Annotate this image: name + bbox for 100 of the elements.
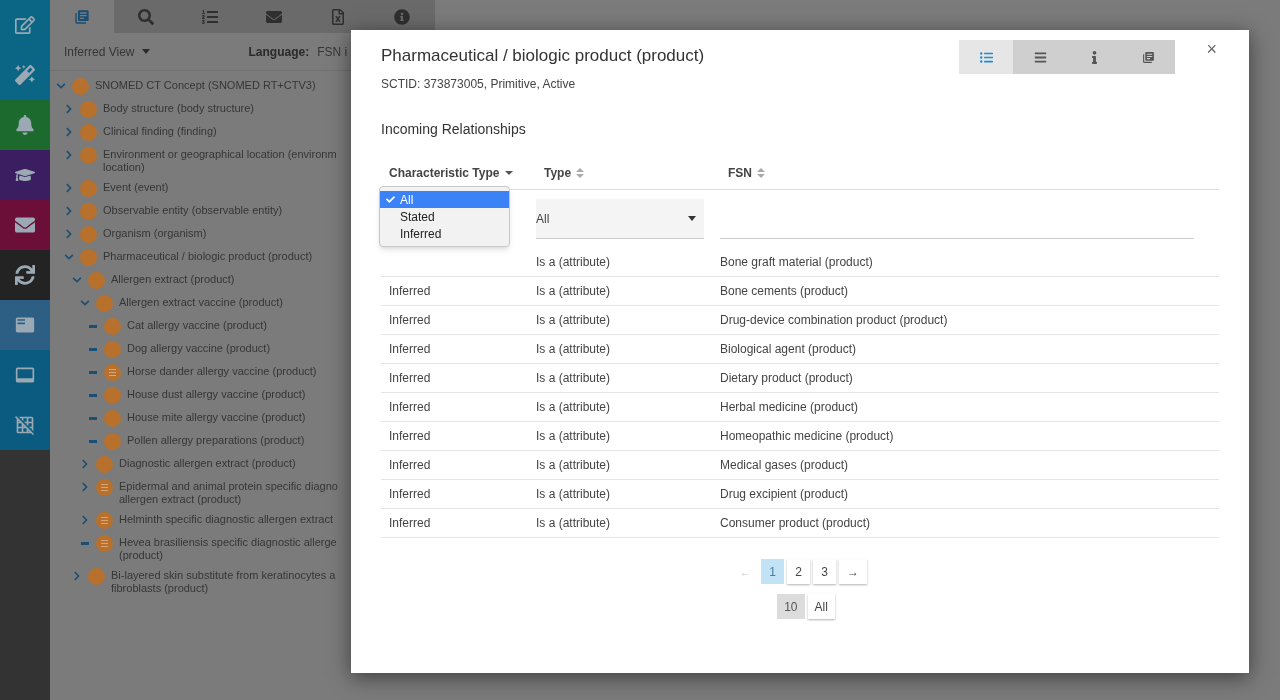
tree-item[interactable]: Bi-layered skin substitute from keratinocytes a fibroblasts (product) [111, 568, 336, 595]
table-cell: Is a (attribute) [536, 516, 611, 530]
page-size-button[interactable]: All [807, 594, 835, 619]
sidebar-button[interactable] [0, 300, 50, 350]
grid-icon [15, 415, 35, 435]
table-cell: Medical gases (product) [720, 458, 849, 472]
dropdown-option[interactable]: Inferred [380, 225, 509, 242]
tree-item[interactable]: Cat allergy vaccine (product) [127, 318, 267, 332]
sort-icon[interactable] [757, 168, 765, 178]
tree-item[interactable]: Allergen extract vaccine (product) [119, 295, 283, 309]
table-cell: Inferred [389, 458, 431, 472]
dropdown-option[interactable]: Stated [380, 208, 509, 225]
table-cell: Biological agent (product) [720, 342, 857, 356]
section-title: Incoming Relationships [381, 120, 527, 139]
chevron-down-icon[interactable] [64, 252, 74, 262]
table-cell: Inferred [389, 516, 431, 530]
chevron-down-icon[interactable] [80, 298, 90, 308]
view-dropdown[interactable]: Inferred View [64, 42, 151, 61]
next-page-button[interactable]: → [839, 559, 867, 584]
table-cell: Is a (attribute) [536, 458, 611, 472]
column-header[interactable]: FSN [728, 164, 752, 182]
modal-title: Pharmaceutical / biologic product (product) [381, 46, 705, 66]
table-cell: Homeopathic medicine (product) [720, 429, 894, 443]
check-icon [385, 195, 395, 204]
dash-icon [81, 541, 89, 545]
numbered-list-icon [202, 8, 218, 25]
chevron-right-icon[interactable] [80, 482, 90, 492]
tree-item[interactable]: Body structure (body structure) [103, 101, 254, 115]
sort-icon[interactable] [576, 168, 585, 178]
mail-icon [266, 8, 282, 25]
tree-item[interactable]: Diagnostic allergen extract (product) [119, 456, 296, 470]
chevron-right-icon[interactable] [64, 150, 74, 160]
tree-item[interactable]: SNOMED CT Concept (SNOMED RT+CTV3) [95, 78, 316, 92]
chevron-right-icon[interactable] [64, 206, 74, 216]
tree-item[interactable]: Helminth specific diagnostic allergen extract [119, 512, 333, 526]
view-button[interactable] [1121, 40, 1175, 74]
table-cell: Inferred [389, 313, 431, 327]
chevron-right-icon[interactable] [64, 229, 74, 239]
table-cell: Inferred [389, 284, 431, 298]
page-button[interactable]: 3 [813, 559, 836, 584]
page-size-button[interactable]: 10 [777, 594, 805, 619]
sidebar-button[interactable] [0, 200, 50, 250]
type-filter-select[interactable]: All [536, 199, 704, 239]
page-button[interactable]: 1 [761, 559, 784, 584]
sidebar-button[interactable] [0, 350, 50, 400]
chevron-right-icon[interactable] [64, 127, 74, 137]
tree-item[interactable]: Hevea brasiliensis specific diagnostic allerge (product) [119, 535, 337, 562]
table-cell: Bone graft material (product) [720, 255, 873, 269]
chevron-right-icon[interactable] [64, 183, 74, 193]
tree-item[interactable]: Dog allergy vaccine (product) [127, 341, 271, 355]
column-header[interactable]: Characteristic Type [389, 164, 500, 182]
view-button[interactable] [959, 40, 1013, 74]
chevron-right-icon[interactable] [72, 571, 82, 581]
sidebar-button[interactable] [0, 400, 50, 450]
sidebar-button[interactable] [0, 150, 50, 200]
search-icon [138, 8, 154, 25]
chevron-down-icon[interactable] [72, 275, 82, 285]
column-header[interactable]: Type [544, 164, 572, 182]
chevron-right-icon[interactable] [64, 104, 74, 114]
list-icon [979, 50, 993, 64]
menu-icon [1033, 50, 1047, 64]
chevron-right-icon[interactable] [80, 459, 90, 469]
table-cell: Is a (attribute) [536, 371, 611, 385]
table-cell: Drug-device combination product (product) [720, 313, 948, 327]
language-label: Language: [248, 43, 310, 61]
chevron-down-icon[interactable] [56, 81, 66, 91]
view-button[interactable] [1013, 40, 1067, 74]
tree-item[interactable]: Environment or geographical location (environm location) [103, 147, 337, 174]
table-cell: Inferred [389, 487, 431, 501]
table-cell: Is a (attribute) [536, 429, 611, 443]
list-icon [15, 315, 35, 335]
table-cell: Consumer product (product) [720, 516, 871, 530]
tree-item[interactable]: Allergen extract (product) [111, 272, 235, 286]
tree-item[interactable]: Horse dander allergy vaccine (product) [127, 364, 317, 378]
tree-item[interactable]: Organism (organism) [103, 226, 207, 240]
tree-item[interactable]: Epidermal and animal protein specific diagno allergen extract (product) [119, 479, 338, 506]
tree-item[interactable]: House dust allergy vaccine (product) [127, 387, 306, 401]
tree-item[interactable]: Pharmaceutical / biologic product (product) [103, 249, 313, 263]
table-cell: Is a (attribute) [536, 284, 611, 298]
mail-icon [15, 215, 35, 235]
dash-icon [89, 324, 97, 328]
table-cell: Dietary product (product) [720, 371, 853, 385]
tree-item[interactable]: Pollen allergy preparations (product) [127, 433, 305, 447]
table-cell: Is a (attribute) [536, 255, 611, 269]
table-cell: Drug excipient (product) [720, 487, 849, 501]
chevron-right-icon[interactable] [80, 515, 90, 525]
tree-item[interactable]: Clinical finding (finding) [103, 124, 217, 138]
dash-icon [89, 416, 97, 420]
tree-item[interactable]: House mite allergy vaccine (product) [127, 410, 306, 424]
bell-icon [15, 115, 35, 135]
dropdown-option[interactable]: All [380, 191, 509, 208]
table-cell: Is a (attribute) [536, 342, 611, 356]
tree-item[interactable]: Event (event) [103, 180, 169, 194]
page-button[interactable]: 2 [787, 559, 810, 584]
sort-descending-icon[interactable] [504, 171, 513, 175]
tree-item[interactable]: Observable entity (observable entity) [103, 203, 283, 217]
close-button[interactable]: × [1206, 40, 1217, 58]
table-cell: Inferred [389, 342, 431, 356]
table-cell: Inferred [389, 400, 431, 414]
sidebar-button[interactable] [0, 250, 50, 300]
